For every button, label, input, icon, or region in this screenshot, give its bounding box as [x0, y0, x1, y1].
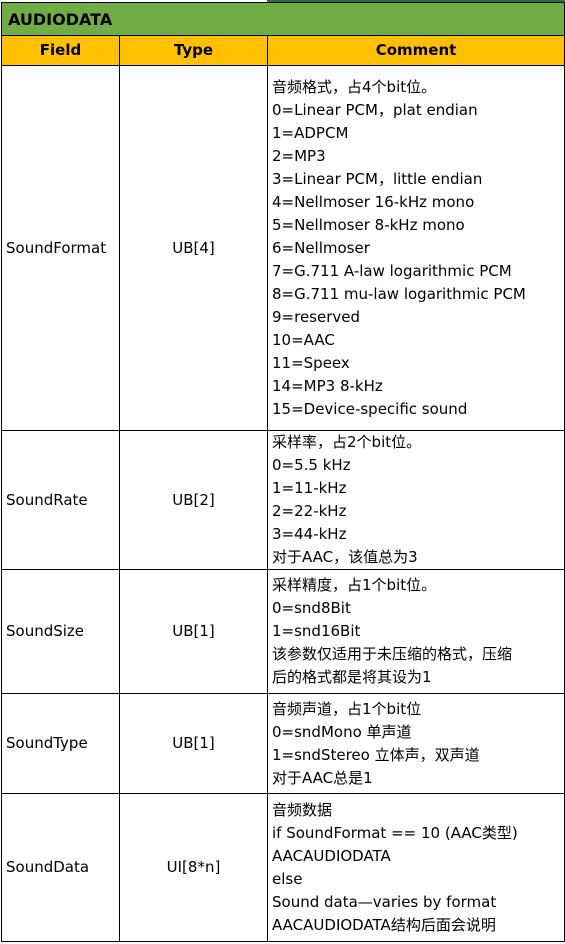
- comment-line: 4=Nellmoser 16-kHz mono: [272, 192, 475, 211]
- table-row: SoundSize UB[1] 采样精度，占1个bit位。 0=snd8Bit 1=sn…: [1, 569, 565, 694]
- type-cell[interactable]: UI[8*n]: [119, 793, 268, 942]
- comment-line: AACAUDIODATA结构后面会说明: [272, 915, 496, 934]
- comment-line: 1=snd16Bit: [272, 622, 361, 640]
- comment-line: 6=Nellmoser: [272, 238, 370, 257]
- type-cell[interactable]: UB[1]: [119, 693, 268, 794]
- comment-line: 音频格式，占4个bit位。: [272, 77, 437, 96]
- comment-cell[interactable]: 音频声道，占1个bit位 0=sndMono 单声道 1=sndStereo 立体声…: [266, 693, 565, 794]
- field-cell[interactable]: SoundRate: [1, 430, 120, 570]
- comment-line: AACAUDIODATA: [272, 846, 391, 865]
- header-comment[interactable]: Comment: [266, 35, 565, 66]
- comment-line: 3=Linear PCM，little endian: [272, 169, 483, 188]
- type-cell[interactable]: UB[1]: [119, 569, 268, 694]
- comment-line: if SoundFormat == 10 (AAC类型): [272, 823, 518, 842]
- table-row: SoundType UB[1] 音频声道，占1个bit位 0=sndMono 单声道 1…: [1, 693, 565, 794]
- field-cell[interactable]: SoundData: [1, 793, 120, 942]
- comment-cell[interactable]: 采样精度，占1个bit位。 0=snd8Bit 1=snd16Bit 该参数仅适用于未…: [266, 569, 565, 694]
- comment-line: 0=5.5 kHz: [272, 456, 351, 474]
- header-field[interactable]: Field: [1, 35, 120, 66]
- comment-line: 14=MP3 8-kHz: [272, 376, 383, 395]
- comment-line: 采样率，占2个bit位。: [272, 433, 422, 451]
- field-cell[interactable]: SoundFormat: [1, 65, 120, 431]
- header-type[interactable]: Type: [119, 35, 268, 66]
- comment-cell[interactable]: 音频数据 if SoundFormat == 10 (AAC类型) AACAUDIO…: [266, 793, 565, 942]
- comment-line: 2=MP3: [272, 146, 326, 165]
- comment-line: 1=11-kHz: [272, 479, 347, 497]
- comment-line: 采样精度，占1个bit位。: [272, 576, 437, 594]
- comment-line: 音频数据: [272, 800, 333, 819]
- comment-cell[interactable]: 采样率，占2个bit位。 0=5.5 kHz 1=11-kHz 2=22-kHz 3=4…: [266, 430, 565, 570]
- comment-line: 该参数仅适用于未压缩的格式，压缩: [272, 645, 513, 663]
- comment-line: 后的格式都是将其设为1: [272, 668, 432, 686]
- field-cell[interactable]: SoundSize: [1, 569, 120, 694]
- comment-line: 10=AAC: [272, 330, 335, 349]
- table-title[interactable]: AUDIODATA: [0, 2, 565, 36]
- type-cell[interactable]: UB[4]: [119, 65, 268, 431]
- comment-line: 2=22-kHz: [272, 502, 347, 520]
- type-cell[interactable]: UB[2]: [119, 430, 268, 570]
- comment-line: 0=sndMono 单声道: [272, 722, 412, 741]
- comment-line: 音频声道，占1个bit位: [272, 699, 422, 718]
- comment-line: 0=Linear PCM，plat endian: [272, 100, 478, 119]
- comment-line: 0=snd8Bit: [272, 599, 351, 617]
- comment-line: 7=G.711 A-law logarithmic PCM: [272, 261, 512, 280]
- comment-line: 对于AAC总是1: [272, 768, 373, 787]
- comment-line: 1=ADPCM: [272, 123, 349, 142]
- comment-line: 5=Nellmoser 8-kHz mono: [272, 215, 465, 234]
- table-row: SoundFormat UB[4] 音频格式，占4个bit位。 0=Linear PC…: [1, 65, 565, 431]
- comment-line: 11=Speex: [272, 353, 350, 372]
- audiodata-table: AUDIODATA Field Type Comment SoundFormat…: [0, 2, 565, 942]
- comment-line: 15=Device-specific sound: [272, 399, 468, 418]
- comment-line: else: [272, 869, 303, 888]
- comment-line: 1=sndStereo 立体声，双声道: [272, 745, 480, 764]
- comment-line: 8=G.711 mu-law logarithmic PCM: [272, 284, 526, 303]
- table-row: SoundRate UB[2] 采样率，占2个bit位。 0=5.5 kHz 1=11-…: [1, 430, 565, 570]
- comment-line: 3=44-kHz: [272, 525, 347, 543]
- field-cell[interactable]: SoundType: [1, 693, 120, 794]
- table-row: SoundData UI[8*n] 音频数据 if SoundFormat == 10…: [1, 793, 565, 942]
- comment-cell[interactable]: 音频格式，占4个bit位。 0=Linear PCM，plat endian 1=A…: [266, 65, 565, 431]
- comment-line: 9=reserved: [272, 307, 361, 326]
- comment-line: 对于AAC，该值总为3: [272, 548, 418, 566]
- comment-line: Sound data—varies by format: [272, 892, 497, 911]
